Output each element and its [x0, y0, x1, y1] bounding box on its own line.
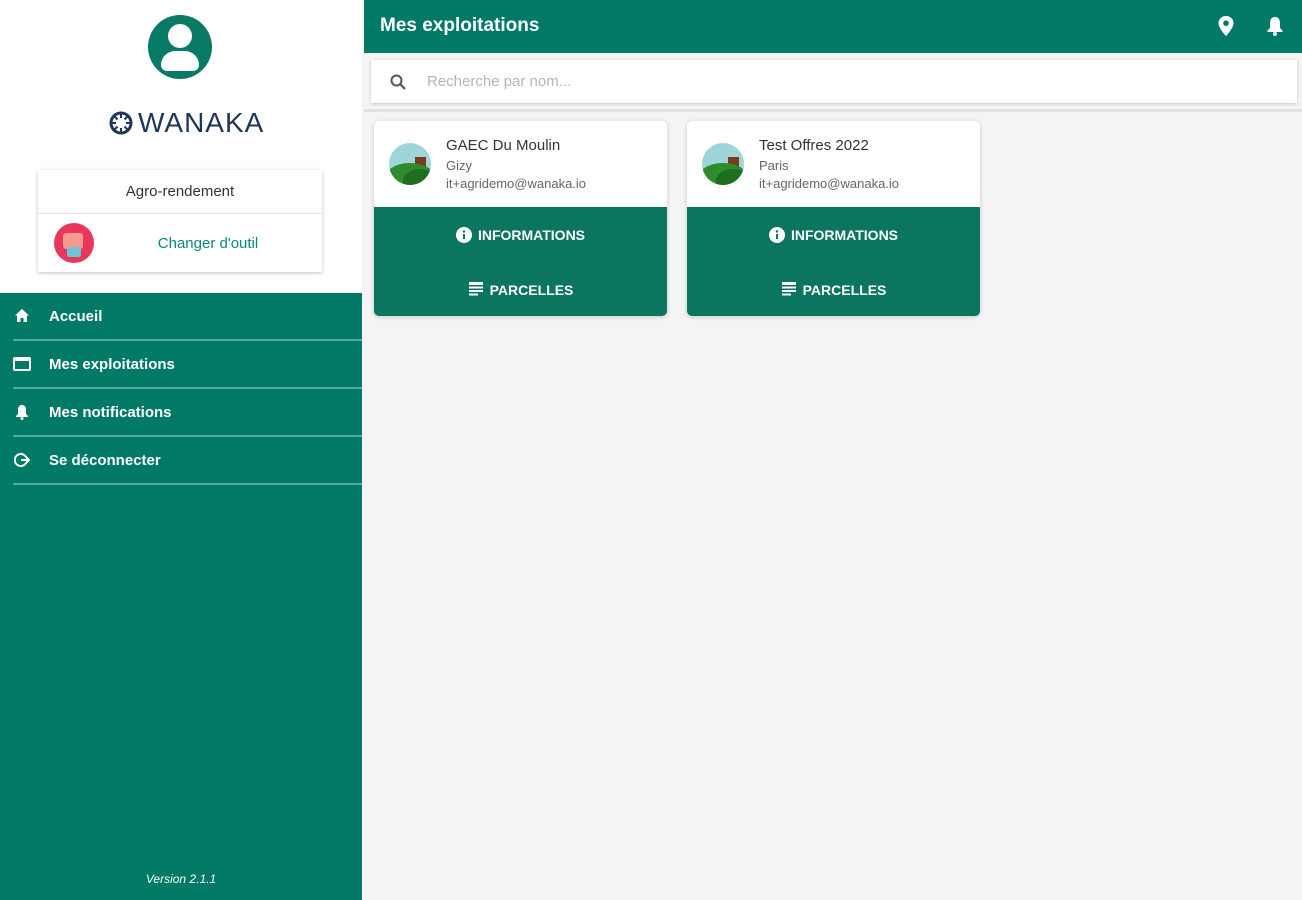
tool-card: Agro-rendement Changer d'outil	[38, 170, 322, 272]
logout-icon	[13, 451, 31, 469]
tool-icon	[54, 223, 94, 263]
farm-card: GAEC Du Moulin Gizy it+agridemo@wanaka.i…	[374, 121, 667, 316]
farm-card-header[interactable]: Test Offres 2022 Paris it+agridemo@wanak…	[687, 121, 980, 207]
farm-avatar-icon	[702, 143, 744, 185]
sidebar: WANAKA Agro-rendement Changer d'outil Ac…	[0, 0, 362, 900]
informations-button[interactable]: INFORMATIONS	[374, 207, 667, 262]
farm-email: it+agridemo@wanaka.io	[446, 176, 587, 191]
sidebar-nav: Accueil Mes exploitations Mes notificati…	[0, 293, 362, 485]
farm-card: Test Offres 2022 Paris it+agridemo@wanak…	[687, 121, 980, 316]
farm-city: Gizy	[446, 158, 472, 173]
top-app-bar: Mes exploitations	[364, 0, 1302, 53]
sidebar-profile-area: WANAKA Agro-rendement Changer d'outil	[0, 0, 362, 293]
page-title: Mes exploitations	[380, 15, 540, 36]
sidebar-item-label: Accueil	[49, 307, 103, 325]
farm-avatar-icon	[389, 143, 431, 185]
list-icon	[468, 281, 484, 298]
parcelles-button[interactable]: PARCELLES	[374, 262, 667, 316]
sidebar-item-mes-exploitations[interactable]: Mes exploitations	[13, 341, 362, 389]
change-tool-row[interactable]: Changer d'outil	[38, 214, 322, 272]
window-icon	[13, 355, 31, 373]
sidebar-item-accueil[interactable]: Accueil	[13, 293, 362, 341]
info-icon	[455, 226, 472, 243]
farm-email: it+agridemo@wanaka.io	[759, 176, 900, 191]
parcelles-button[interactable]: PARCELLES	[687, 262, 980, 316]
change-tool-link[interactable]: Changer d'outil	[94, 235, 322, 252]
parcelles-label: PARCELLES	[489, 281, 574, 298]
home-icon	[13, 307, 31, 325]
sidebar-item-label: Se déconnecter	[49, 451, 161, 469]
sidebar-item-se-deconnecter[interactable]: Se déconnecter	[13, 437, 362, 485]
informations-button[interactable]: INFORMATIONS	[687, 207, 980, 262]
farm-card-header[interactable]: GAEC Du Moulin Gizy it+agridemo@wanaka.i…	[374, 121, 667, 207]
farm-name: GAEC Du Moulin	[446, 137, 561, 154]
divider	[364, 109, 1302, 112]
user-avatar-icon[interactable]	[148, 15, 212, 79]
wanaka-logo-icon	[109, 111, 133, 135]
parcelles-label: PARCELLES	[802, 281, 887, 298]
brand-logo: WANAKA	[108, 106, 264, 140]
tool-title: Agro-rendement	[38, 170, 322, 214]
informations-label: INFORMATIONS	[790, 226, 899, 243]
bell-icon[interactable]	[1263, 14, 1287, 38]
farm-name: Test Offres 2022	[759, 137, 869, 154]
farm-city: Paris	[759, 158, 789, 173]
search-bar	[371, 60, 1297, 103]
search-input[interactable]	[427, 73, 1227, 90]
informations-label: INFORMATIONS	[477, 226, 586, 243]
version-label: Version 2.1.1	[145, 872, 217, 886]
bell-icon	[13, 403, 31, 421]
info-icon	[768, 226, 785, 243]
search-icon	[390, 74, 406, 90]
brand-name: WANAKA	[138, 107, 265, 138]
sidebar-item-label: Mes exploitations	[49, 355, 175, 373]
location-pin-icon[interactable]	[1214, 14, 1238, 38]
sidebar-item-label: Mes notifications	[49, 403, 172, 421]
sidebar-item-mes-notifications[interactable]: Mes notifications	[13, 389, 362, 437]
list-icon	[781, 281, 797, 298]
